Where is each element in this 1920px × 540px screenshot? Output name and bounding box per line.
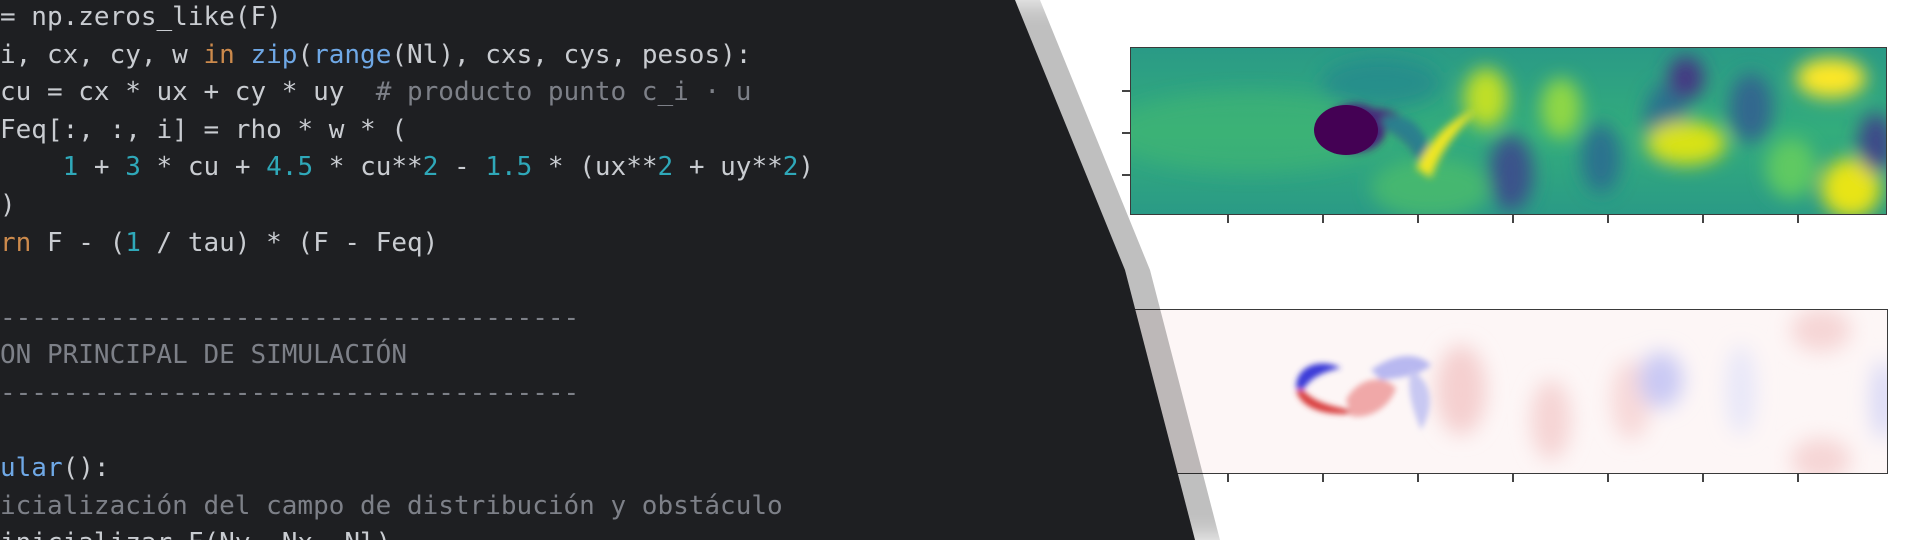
code-token: 4.5 [266, 152, 314, 183]
code-token: 3 [125, 152, 141, 183]
vorticity-field-image [1131, 310, 1887, 473]
tick-mark [1122, 132, 1130, 134]
tick-mark [1322, 215, 1324, 223]
tick-mark [1512, 215, 1514, 223]
code-token: zip [250, 39, 298, 70]
code-token: = np.zeros_like(F) [0, 2, 282, 32]
tick-mark [1122, 174, 1130, 176]
tick-mark [1512, 474, 1514, 482]
code-token: 1 [125, 227, 141, 258]
code-line[interactable]: 1 + 3 * cu + 4.5 * cu**2 - 1.5 * (ux**2 … [0, 149, 814, 187]
tick-mark [1702, 215, 1704, 223]
code-token: + [78, 152, 126, 183]
tick-mark [1607, 474, 1609, 482]
code-token: F - ( [31, 227, 126, 258]
tick-mark [1797, 215, 1799, 223]
tick-mark [1122, 90, 1130, 92]
code-token: * (ux** [532, 152, 658, 183]
code-token: - [438, 152, 486, 183]
code-token: ------------------------------------- [0, 302, 580, 333]
code-token: in [203, 39, 235, 70]
code-token: ) [798, 152, 815, 183]
code-line[interactable]: inicializar_F(Ny, Nx, Nl) [0, 525, 814, 540]
code-token: (): [62, 453, 110, 484]
vorticity-field-plot [1130, 309, 1888, 474]
code-line[interactable]: ON PRINCIPAL DE SIMULACIÓN [0, 337, 814, 375]
tick-mark [1797, 474, 1799, 482]
code-token: cu = cx * ux + cy * uy [0, 77, 376, 108]
tick-mark [1417, 474, 1419, 482]
code-token: Feq[:, :, i] = rho * w * ( [0, 114, 407, 145]
code-line[interactable]: ) [0, 187, 814, 225]
code-token: / tau) * (F - Feq) [140, 227, 439, 258]
tick-mark [1227, 215, 1229, 223]
code-text[interactable]: = np.zeros_like(F) i, cx, cy, w in zip(ra… [0, 0, 814, 540]
tick-mark [1227, 474, 1229, 482]
code-line[interactable]: ------------------------------------- [0, 375, 814, 413]
code-token: ) [0, 189, 16, 220]
code-token: * cu + [140, 152, 267, 183]
code-token: ( [297, 39, 314, 70]
tick-mark [1702, 474, 1704, 482]
code-line[interactable] [0, 413, 814, 451]
code-token: 2 [782, 152, 799, 183]
code-token: inicializar_F(Ny, Nx, Nl) [0, 528, 391, 540]
code-token: 1 [62, 152, 79, 183]
code-token: 1.5 [485, 152, 533, 183]
code-token: i, cx, cy, w [0, 39, 204, 70]
code-line[interactable]: ular(): [0, 450, 814, 488]
code-token: 2 [657, 152, 674, 183]
code-line[interactable]: Feq[:, :, i] = rho * w * ( [0, 112, 814, 150]
code-token: icialización del campo de distribución y… [0, 490, 783, 521]
code-line[interactable]: = np.zeros_like(F) [0, 0, 814, 37]
code-token: 2 [422, 152, 439, 183]
code-line[interactable]: icialización del campo de distribución y… [0, 488, 814, 526]
code-token: ON PRINCIPAL DE SIMULACIÓN [0, 340, 407, 371]
code-token: + uy** [673, 152, 783, 183]
code-token: (Nl), cxs, cys, pesos): [391, 39, 752, 70]
code-token: ------------------------------------- [0, 377, 580, 408]
code-token: range [313, 39, 392, 70]
velocity-field-image [1131, 48, 1886, 214]
screenshot-stage: = np.zeros_like(F) i, cx, cy, w in zip(ra… [0, 0, 1920, 540]
code-token: * cu** [313, 152, 423, 183]
code-line[interactable]: ------------------------------------- [0, 300, 814, 338]
tick-mark [1322, 474, 1324, 482]
code-line[interactable] [0, 262, 814, 300]
code-token: # producto punto c_i · u [375, 77, 752, 108]
code-token: ular [0, 453, 63, 484]
code-line[interactable]: cu = cx * ux + cy * uy # producto punto … [0, 74, 814, 112]
code-line[interactable]: rn F - (1 / tau) * (F - Feq) [0, 225, 814, 263]
tick-mark [1607, 215, 1609, 223]
tick-mark [1417, 215, 1419, 223]
code-token: rn [0, 227, 32, 258]
velocity-field-plot [1130, 47, 1887, 215]
code-line[interactable]: i, cx, cy, w in zip(range(Nl), cxs, cys,… [0, 37, 814, 75]
